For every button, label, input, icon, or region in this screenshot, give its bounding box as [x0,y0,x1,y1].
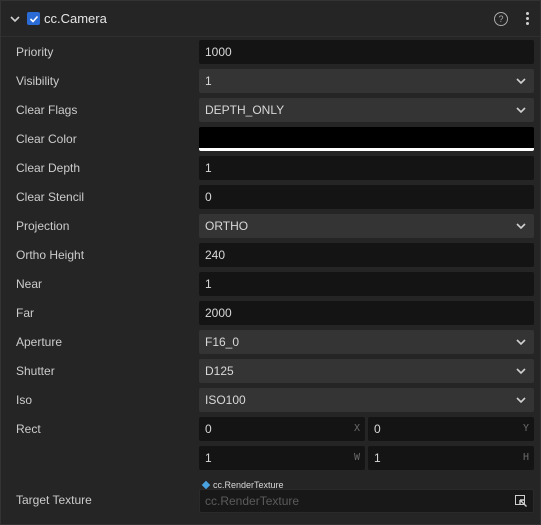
chevron-down-icon [516,78,526,85]
help-icon[interactable]: ? [494,11,508,26]
property-label: Target Texture [16,493,92,507]
far-input[interactable]: 2000 [199,301,534,325]
more-options-icon[interactable] [522,12,532,25]
property-label: Clear Color [16,132,77,146]
property-label: Shutter [16,364,55,378]
property-row-clear-depth: Clear Depth 1 [1,156,541,185]
property-row-far: Far 2000 [1,301,541,330]
priority-input[interactable]: 1000 [199,40,534,64]
property-row-projection: Projection ORTHO [1,214,541,243]
property-row-near: Near 1 [1,272,541,301]
property-label: Clear Flags [16,103,78,117]
property-label: Near [16,277,43,291]
component-header[interactable]: cc.Camera ? [1,1,540,37]
property-label: Far [16,306,34,320]
aperture-dropdown[interactable]: F16_0 [199,330,534,354]
property-row-shutter: Shutter D125 [1,359,541,388]
property-label: Priority [16,45,54,59]
property-row-visibility: Visibility 1 [1,69,541,98]
chevron-down-icon [516,223,526,230]
asset-picker-icon[interactable] [515,495,527,507]
clear-flags-dropdown[interactable]: DEPTH_ONLY [199,98,534,122]
chevron-down-icon [516,368,526,375]
property-row-ortho-height: Ortho Height 240 [1,243,541,272]
chevron-down-icon [516,339,526,346]
ortho-height-input[interactable]: 240 [199,243,534,267]
clear-depth-input[interactable]: 1 [199,156,534,180]
property-row-priority: Priority 1000 [1,40,541,69]
property-row-aperture: Aperture F16_0 [1,330,541,359]
rect-x-field[interactable]: 0 X [199,417,365,441]
property-row-clear-color: Clear Color [1,127,541,156]
chevron-down-icon[interactable] [7,11,23,27]
property-row-rect: Rect 0 X 0 Y [1,417,541,446]
checkmark-icon [29,15,38,23]
property-label: Ortho Height [16,248,85,262]
iso-dropdown[interactable]: ISO100 [199,388,534,412]
camera-component-panel: cc.Camera ? Priority 1000 Visibility 1 Clear… [0,0,541,525]
projection-dropdown[interactable]: ORTHO [199,214,534,238]
property-row-clear-flags: Clear Flags DEPTH_ONLY [1,98,541,127]
property-label: Aperture [16,335,63,349]
clear-color-swatch[interactable] [199,127,534,151]
component-title: cc.Camera [44,11,107,26]
clear-stencil-input[interactable]: 0 [199,185,534,209]
property-label: Clear Stencil [16,190,85,204]
property-label: Visibility [16,74,60,88]
rect-y-field[interactable]: 0 Y [368,417,534,441]
property-row-clear-stencil: Clear Stencil 0 [1,185,541,214]
enable-checkbox[interactable] [27,12,40,25]
rect-h-field[interactable]: 1 H [368,446,534,470]
property-label: Rect [16,422,41,436]
target-texture-field[interactable]: cc.RenderTexture [199,489,534,513]
visibility-dropdown[interactable]: 1 [199,69,534,93]
chevron-down-icon [516,397,526,404]
property-row-rect-size: 1 W 1 H [1,446,541,475]
property-label: Clear Depth [16,161,81,175]
property-label: Projection [16,219,70,233]
property-label: Iso [16,393,33,407]
shutter-dropdown[interactable]: D125 [199,359,534,383]
chevron-down-icon [516,107,526,114]
rect-w-field[interactable]: 1 W [199,446,365,470]
property-row-iso: Iso ISO100 [1,388,541,417]
near-input[interactable]: 1 [199,272,534,296]
asset-diamond-icon [201,480,211,490]
